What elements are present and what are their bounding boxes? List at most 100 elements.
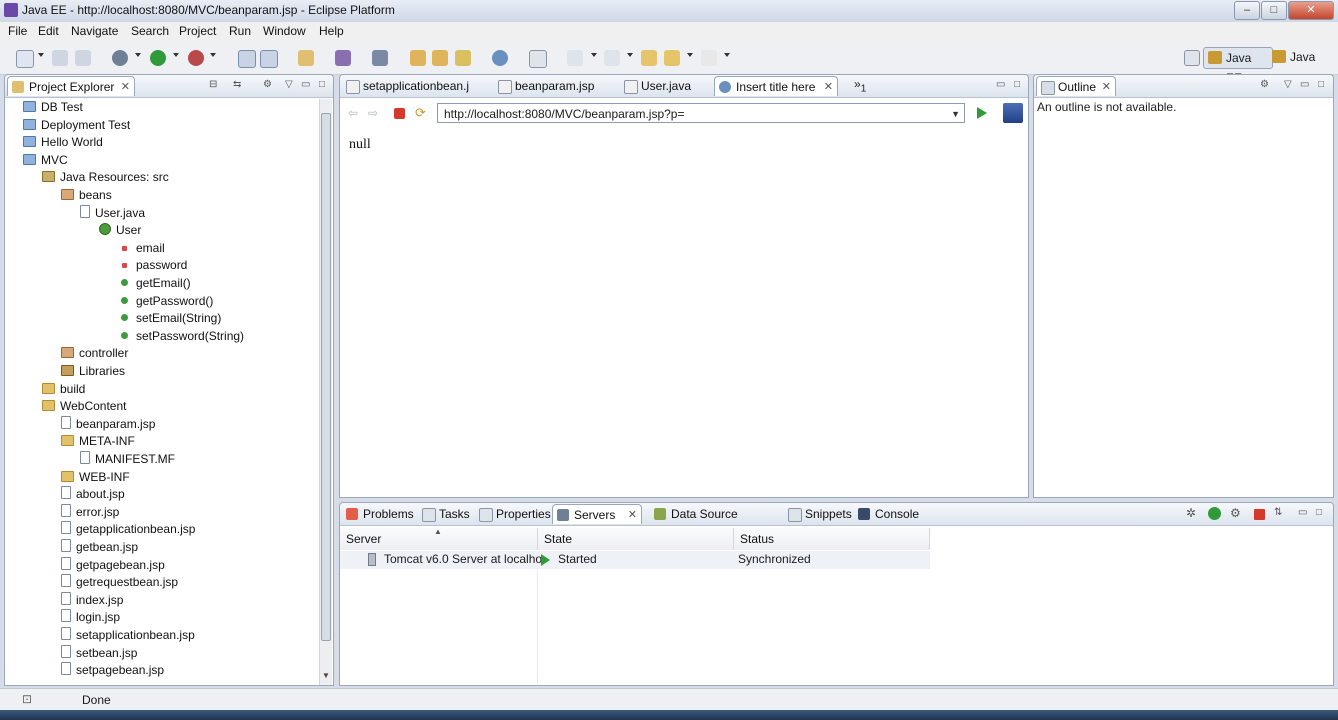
menu-help[interactable]: Help	[319, 24, 344, 38]
tree-scrollbar[interactable]: ▼	[319, 99, 332, 685]
tree-item[interactable]: User	[99, 222, 141, 239]
menu-window[interactable]: Window	[263, 24, 306, 38]
chevron-down-icon[interactable]	[724, 53, 730, 57]
tree-item[interactable]: index.jsp	[61, 591, 123, 609]
collapse-all-icon[interactable]: ⊟	[209, 79, 217, 90]
tree-item[interactable]: beanparam.jsp	[61, 415, 155, 433]
publish-icon[interactable]: ⇅	[1274, 507, 1282, 518]
close-button[interactable]: ✕	[1288, 1, 1334, 20]
perspective-java-ee[interactable]: Java EE	[1203, 47, 1273, 85]
menu-file[interactable]: File	[8, 24, 27, 38]
tab-servers[interactable]: Servers ✕	[552, 504, 642, 524]
stop-server-icon[interactable]	[1254, 509, 1265, 520]
maximize-button[interactable]: □	[1261, 1, 1287, 20]
profile-server-icon[interactable]: ⚙	[1230, 506, 1241, 520]
chevron-down-icon[interactable]	[591, 53, 597, 57]
new-server-icon[interactable]	[298, 50, 314, 66]
menu-navigate[interactable]: Navigate	[71, 24, 118, 38]
chevron-down-icon[interactable]: ▽	[1284, 79, 1292, 90]
forward-arrow-icon[interactable]: ⇨	[368, 106, 378, 120]
tree-item[interactable]: getPassword()	[118, 293, 213, 310]
maximize-view-icon[interactable]: □	[1014, 79, 1020, 90]
tab-setapplicationbean[interactable]: setapplicationbean.j	[342, 76, 488, 96]
minimize-view-icon[interactable]: ▭	[301, 79, 310, 90]
tree-item[interactable]: login.jsp	[61, 609, 120, 626]
tree-item[interactable]: WebContent	[42, 398, 127, 415]
run-icon[interactable]	[150, 50, 166, 66]
tree-item[interactable]: about.jsp	[61, 486, 125, 503]
open-folder-icon[interactable]	[410, 50, 426, 66]
stop-icon[interactable]	[394, 108, 405, 119]
tree-item[interactable]: Libraries	[61, 363, 125, 380]
tab-beanparam[interactable]: beanparam.jsp	[494, 76, 612, 96]
minimize-button[interactable]: –	[1234, 1, 1260, 20]
tree-item[interactable]: getEmail()	[118, 275, 191, 292]
tree-item[interactable]: getpagebean.jsp	[61, 556, 165, 574]
start-server-icon[interactable]	[1208, 507, 1221, 520]
tree-item[interactable]: beans	[61, 187, 112, 204]
tree-item[interactable]: getapplicationbean.jsp	[61, 521, 195, 538]
new-icon[interactable]	[16, 50, 34, 68]
last-edit-icon[interactable]	[641, 50, 657, 66]
tree-item[interactable]: User.java	[80, 204, 145, 222]
tree-item[interactable]: setPassword(String)	[118, 328, 244, 345]
minimize-view-icon[interactable]: ▭	[1300, 79, 1309, 90]
column-server[interactable]: Server ▲	[340, 527, 538, 550]
tree-item[interactable]: Java Resources: src	[42, 169, 169, 186]
tree-item[interactable]: getrequestbean.jsp	[61, 574, 178, 591]
chevron-down-icon[interactable]	[135, 53, 141, 57]
tab-tasks[interactable]: Tasks	[418, 504, 472, 524]
tab-outline[interactable]: Outline ✕	[1036, 76, 1116, 96]
view-menu-icon[interactable]: ⚙	[263, 79, 272, 90]
close-icon[interactable]: ✕	[628, 505, 637, 525]
tree-item[interactable]: getbean.jsp	[61, 539, 138, 556]
globe-icon[interactable]	[492, 50, 508, 66]
menu-run[interactable]: Run	[229, 24, 251, 38]
tree-item[interactable]: META-INF	[61, 433, 135, 450]
chevron-down-icon[interactable]	[627, 53, 633, 57]
tree-item[interactable]: Hello World	[23, 134, 103, 151]
tab-console[interactable]: Console	[854, 504, 922, 524]
close-icon[interactable]: ✕	[121, 77, 130, 97]
tree-item[interactable]: build	[42, 381, 85, 398]
view-menu-icon[interactable]: ⚙	[1260, 79, 1269, 90]
tab-properties[interactable]: Properties	[475, 504, 551, 524]
forward-icon[interactable]	[701, 50, 717, 66]
tree-item[interactable]: controller	[61, 345, 128, 362]
edit-icon[interactable]	[455, 50, 471, 66]
close-icon[interactable]: ✕	[824, 77, 833, 97]
web-service-icon[interactable]	[335, 50, 351, 66]
tree-item[interactable]: MVC	[23, 152, 68, 169]
url-input[interactable]: http://localhost:8080/MVC/beanparam.jsp?…	[437, 103, 965, 123]
tree-item[interactable]: setapplicationbean.jsp	[61, 627, 195, 644]
tab-project-explorer[interactable]: Project Explorer ✕	[7, 76, 135, 96]
next-annotation-icon[interactable]	[567, 50, 583, 66]
open-project-icon[interactable]	[432, 50, 448, 66]
open-task-icon[interactable]	[260, 50, 278, 68]
menu-project[interactable]: Project	[179, 24, 216, 38]
chevron-down-icon[interactable]	[210, 53, 216, 57]
link-with-editor-icon[interactable]: ⇆	[233, 79, 241, 90]
tree-item[interactable]: Deployment Test	[23, 117, 130, 134]
tree-item[interactable]: MANIFEST.MF	[80, 451, 175, 468]
fast-view-icon[interactable]: ⊡	[22, 692, 32, 706]
scroll-down-icon[interactable]: ▼	[322, 671, 330, 680]
close-icon[interactable]: ✕	[1102, 77, 1111, 97]
tree-item[interactable]: setEmail(String)	[118, 310, 221, 327]
open-perspective-icon[interactable]	[1184, 50, 1200, 66]
tab-insert-title-here[interactable]: Insert title here ✕	[714, 76, 838, 96]
tab-user-java[interactable]: User.java	[620, 76, 710, 96]
tree-item[interactable]: DB Test	[23, 99, 83, 116]
go-icon[interactable]	[977, 107, 987, 119]
external-tools-icon[interactable]	[188, 50, 204, 66]
back-arrow-icon[interactable]: ⇦	[348, 106, 358, 120]
chevron-down-icon[interactable]: ▼	[951, 104, 960, 124]
chevron-down-icon[interactable]	[173, 53, 179, 57]
maximize-view-icon[interactable]: □	[1318, 79, 1324, 90]
tree-item[interactable]: setbean.jsp	[61, 644, 137, 662]
column-state[interactable]: State	[538, 528, 734, 550]
chevron-down-icon[interactable]: ▽	[285, 79, 293, 90]
tab-problems[interactable]: Problems	[342, 504, 416, 524]
tree-item[interactable]: WEB-INF	[61, 469, 130, 486]
table-row[interactable]: Tomcat v6.0 Server at localho: Started S…	[340, 551, 930, 569]
